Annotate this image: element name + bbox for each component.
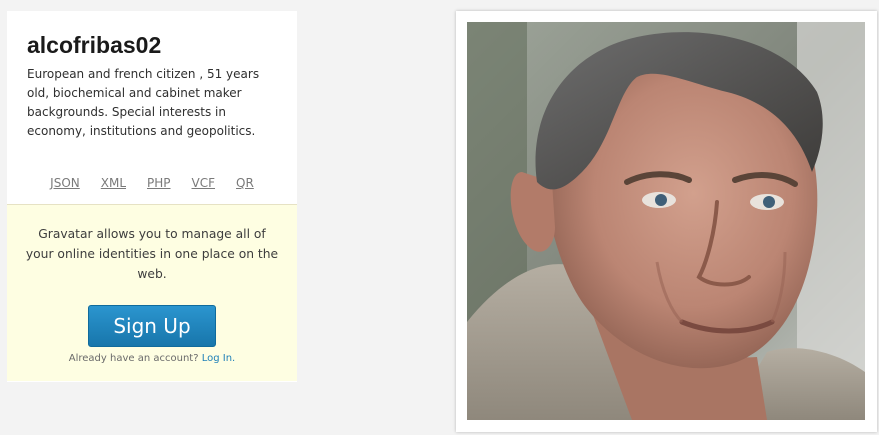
avatar-frame — [456, 11, 877, 432]
avatar-photo — [467, 22, 865, 420]
login-prompt-text: Already have an account? — [68, 353, 199, 364]
profile-export-links: JSON XML PHP VCF QR — [27, 174, 277, 192]
log-in-link[interactable]: Log In. — [202, 353, 236, 364]
avatar-portrait-image — [467, 22, 865, 420]
json-link[interactable]: JSON — [50, 176, 80, 190]
profile-info: alcofribas02 European and french citizen… — [7, 11, 297, 205]
qr-link[interactable]: QR — [236, 176, 254, 190]
profile-bio: European and french citizen , 51 years o… — [27, 67, 260, 138]
xml-link[interactable]: XML — [101, 176, 126, 190]
vcf-link[interactable]: VCF — [192, 176, 216, 190]
php-link[interactable]: PHP — [147, 176, 171, 190]
signup-pitch: Gravatar allows you to manage all of you… — [25, 227, 279, 281]
profile-card: alcofribas02 European and french citizen… — [7, 11, 297, 382]
login-prompt: Already have an account? Log In. — [7, 353, 297, 364]
profile-username: alcofribas02 — [27, 32, 162, 58]
sign-up-button[interactable]: Sign Up — [88, 305, 216, 347]
signup-panel: Gravatar allows you to manage all of you… — [7, 205, 297, 381]
